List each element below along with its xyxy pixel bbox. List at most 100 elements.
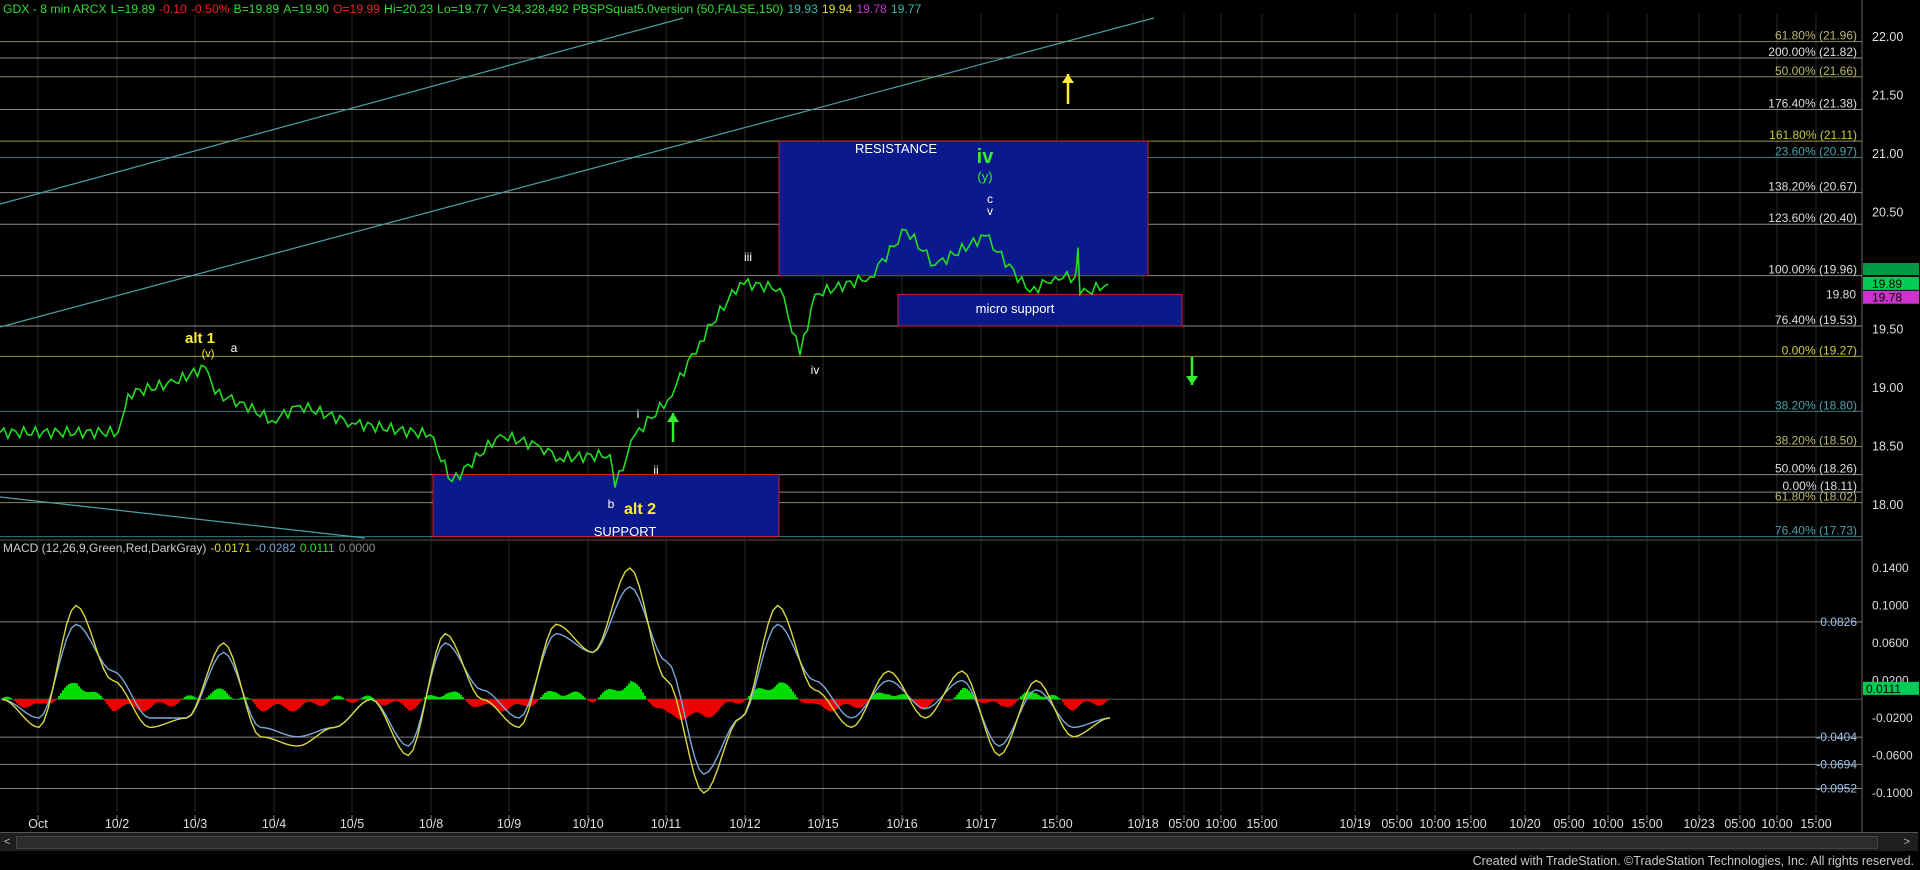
macd-histogram-bar [896, 695, 898, 700]
macd-ref-label: 0.0826 [1820, 615, 1857, 629]
x-tick-label: 10/2 [105, 817, 129, 831]
macd-histogram-bar [90, 691, 92, 700]
macd-tick-label: -0.0200 [1872, 711, 1913, 725]
macd-histogram-bar [440, 696, 442, 700]
x-tick-label: 10:00 [1205, 817, 1236, 831]
macd-histogram-bar [342, 697, 344, 700]
high-value: Hi=20.23 [384, 2, 434, 16]
scroll-right-icon[interactable]: > [1904, 836, 1910, 848]
macd-histogram-bar [730, 699, 732, 702]
x-tick-label: 10/16 [886, 817, 917, 831]
macd-histogram-bar [574, 691, 576, 700]
macd-histogram-bar [616, 690, 618, 700]
macd-histogram-bar [114, 699, 116, 712]
macd-histogram-bar [738, 699, 740, 704]
macd-histogram-bar [644, 695, 646, 700]
macd-value-2: -0.0282 [255, 541, 296, 555]
macd-histogram-bar [1086, 699, 1088, 702]
macd-ref-label: -0.0952 [1816, 782, 1857, 796]
macd-histogram-bar [690, 699, 692, 715]
macd-histogram-bar [126, 699, 128, 705]
macd-histogram-bar [168, 699, 170, 706]
macd-histogram-bar [262, 699, 264, 712]
macd-histogram-bar [966, 688, 968, 700]
macd-histogram-bar [614, 690, 616, 700]
macd-histogram-bar [588, 699, 590, 702]
macd-histogram-bar [1088, 699, 1090, 702]
macd-histogram-bar [340, 696, 342, 700]
x-tick-label: 05:00 [1381, 817, 1412, 831]
macd-histogram-bar [760, 688, 762, 700]
macd-histogram-bar [532, 699, 534, 706]
x-tick-label: 10/4 [262, 817, 286, 831]
macd-histogram-bar [946, 699, 948, 701]
macd-histogram-bar [434, 696, 436, 700]
macd-histogram-bar [72, 682, 74, 700]
macd-histogram-bar [460, 694, 462, 700]
macd-histogram-bar [514, 699, 516, 705]
macd-histogram-bar [1034, 693, 1036, 700]
macd-histogram-bar [320, 699, 322, 707]
macd-histogram-bar [1010, 699, 1012, 707]
macd-histogram-bar [152, 699, 154, 706]
macd-histogram-bar [1096, 699, 1098, 706]
volume-value: V=34,328,492 [492, 2, 569, 16]
macd-histogram-bar [260, 699, 262, 711]
macd-histogram-bar [880, 692, 882, 700]
macd-histogram-bar [178, 699, 180, 703]
macd-histogram-bar [310, 699, 312, 702]
macd-histogram-bar [238, 698, 240, 700]
ask-value: A=19.90 [283, 2, 329, 16]
macd-histogram-bar [958, 692, 960, 700]
macd-histogram-bar [562, 695, 564, 700]
fib-label: 23.60% (20.97) [1775, 145, 1857, 159]
open-value: O=19.99 [332, 2, 381, 16]
macd-histogram-bar [96, 692, 98, 700]
x-tick-label: 10:00 [1761, 817, 1792, 831]
macd-histogram-bar [934, 699, 936, 701]
macd-histogram-bar [960, 689, 962, 700]
macd-histogram-bar [656, 699, 658, 708]
macd-histogram-bar [742, 699, 744, 703]
macd-histogram-bar [882, 693, 884, 700]
x-tick-label: 10/15 [807, 817, 838, 831]
last-price: L=19.89 [110, 2, 156, 16]
macd-histogram-bar [720, 699, 722, 708]
horizontal-scrollbar[interactable]: < > [0, 832, 1918, 851]
macd-histogram-bar [796, 697, 798, 700]
macd-histogram-bar [224, 690, 226, 700]
macd-histogram-bar [568, 693, 570, 700]
macd-histogram-bar [400, 699, 402, 704]
macd-value-3: 0.0111 [299, 541, 335, 555]
scroll-thumb[interactable] [16, 836, 1878, 849]
macd-tick-label: -0.0600 [1872, 749, 1913, 763]
macd-histogram-bar [1058, 697, 1060, 700]
macd-histogram-bar [1032, 692, 1034, 700]
macd-histogram-bar [640, 689, 642, 700]
macd-histogram-bar [1072, 699, 1074, 711]
macd-histogram-bar [52, 699, 54, 703]
macd-histogram-bar [30, 699, 32, 706]
macd-histogram-bar [714, 699, 716, 715]
macd-histogram-bar [378, 699, 380, 704]
macd-histogram-bar [540, 697, 542, 700]
price-chart[interactable]: 18.0018.5019.0019.5020.0020.5021.0021.50… [0, 0, 1920, 832]
price-tick-label: 21.50 [1872, 89, 1903, 103]
macd-histogram-bar [302, 699, 304, 705]
macd-histogram-bar [1004, 699, 1006, 707]
fib-label: 0.00% (19.27) [1782, 343, 1857, 357]
fib-label: 138.20% (20.67) [1768, 180, 1857, 194]
macd-histogram-bar [282, 699, 284, 706]
macd-histogram-bar [964, 687, 966, 700]
macd-histogram-bar [800, 699, 802, 702]
macd-line [1, 567, 1111, 794]
macd-histogram-bar [278, 699, 280, 705]
scroll-left-icon[interactable]: < [4, 836, 10, 848]
macd-histogram-bar [722, 699, 724, 706]
macd-histogram-bar [1080, 699, 1082, 704]
macd-histogram-bar [412, 699, 414, 710]
macd-histogram-bar [458, 693, 460, 700]
change-value: -0.10 [159, 2, 187, 16]
macd-histogram-bar [556, 692, 558, 700]
macd-histogram-bar [212, 691, 214, 700]
